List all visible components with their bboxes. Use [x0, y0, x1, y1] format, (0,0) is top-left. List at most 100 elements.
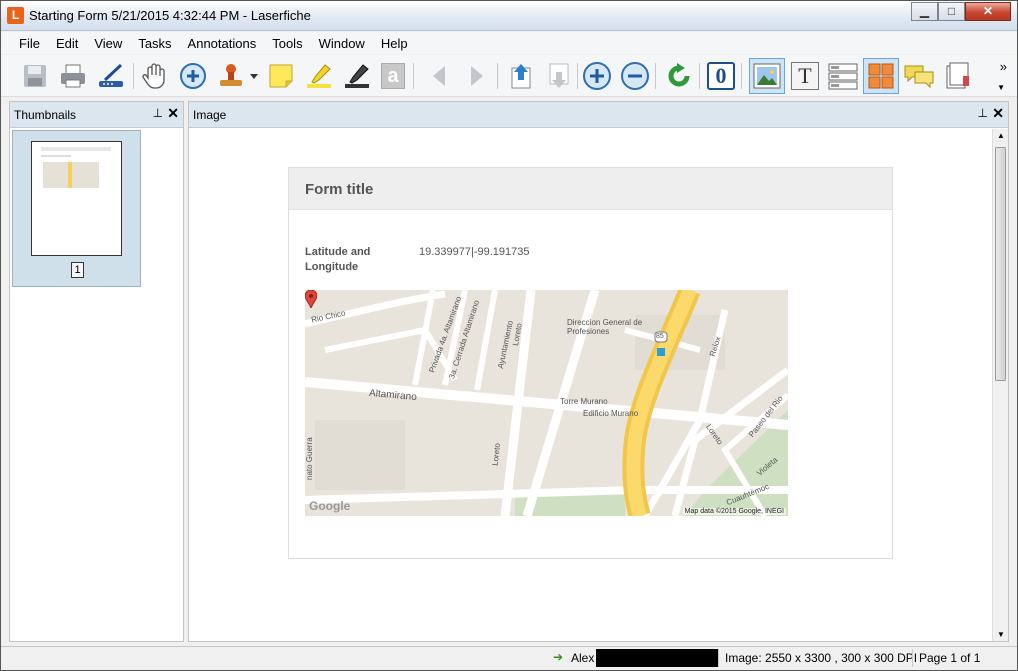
fields-view-button[interactable] — [827, 60, 859, 92]
page-thumbnail[interactable]: 1 — [12, 130, 141, 287]
window-title: Starting Form 5/21/2015 4:32:44 PM - Las… — [29, 8, 311, 23]
scrollbar-thumb[interactable] — [995, 147, 1006, 381]
thumbnails-pane-header: Thumbnails ⊥ ✕ — [10, 102, 183, 128]
map-roads — [305, 290, 788, 516]
scan-button[interactable] — [95, 60, 127, 92]
thumbnails-pane: Thumbnails ⊥ ✕ 1 — [9, 101, 184, 642]
pan-hand-icon — [142, 63, 165, 89]
next-document-button[interactable] — [543, 60, 575, 92]
minimize-button[interactable]: ▁ — [911, 2, 938, 21]
chevron-down-icon — [250, 74, 258, 79]
pan-button[interactable] — [139, 60, 171, 92]
document-viewer[interactable]: Form title Latitude and Longitude 19.339… — [189, 129, 993, 641]
maximize-button[interactable]: □ — [938, 2, 965, 21]
application-window: L Starting Form 5/21/2015 4:32:44 PM - L… — [0, 0, 1018, 671]
toolbar-options-dropdown[interactable]: ▼ — [997, 83, 1005, 92]
rotate-button[interactable] — [663, 60, 695, 92]
scan-icon — [99, 63, 123, 87]
ocr-button[interactable]: 0 — [705, 60, 737, 92]
menu-tasks[interactable]: Tasks — [130, 32, 179, 54]
text-annotation-button[interactable]: a — [377, 60, 409, 92]
toolbar-separator — [655, 63, 656, 89]
form-page: Form title Latitude and Longitude 19.339… — [288, 167, 893, 559]
menu-bar: File Edit View Tasks Annotations Tools W… — [1, 32, 1017, 54]
save-icon — [24, 65, 46, 87]
ocr-icon: 0 — [707, 62, 735, 90]
pin-icon[interactable]: ⊥ — [978, 106, 988, 120]
text-annotation-icon: a — [381, 63, 405, 89]
zoom-in-button[interactable] — [581, 60, 613, 92]
close-button[interactable]: ✕ — [965, 2, 1011, 21]
image-view-button[interactable] — [749, 58, 785, 94]
redacted-region — [596, 649, 718, 667]
page-info: Page 1 of 1 — [912, 649, 980, 667]
title-bar: L Starting Form 5/21/2015 4:32:44 PM - L… — [1, 1, 1017, 31]
rotate-icon — [668, 63, 690, 87]
menu-help[interactable]: Help — [373, 32, 416, 54]
laserfiche-app-icon[interactable]: L — [7, 7, 24, 24]
stamp-button[interactable] — [215, 60, 247, 92]
image-info: Image: 2550 x 3300 , 300 x 300 DPI — [718, 649, 917, 667]
close-image-pane-button[interactable]: ✕ — [992, 105, 1004, 122]
next-page-icon — [471, 66, 483, 86]
current-user: Alex — [571, 651, 595, 665]
zoom-out-button[interactable] — [619, 60, 651, 92]
thumbnails-view-button[interactable] — [863, 58, 899, 94]
highlighter-icon — [307, 64, 331, 88]
fields-view-icon — [828, 63, 858, 90]
user-status-icon: ➔ — [553, 650, 564, 664]
menu-tools[interactable]: Tools — [264, 32, 310, 54]
next-page-button[interactable] — [461, 60, 493, 92]
thumbnail-page-preview — [31, 141, 122, 256]
toolbar-separator — [741, 63, 742, 89]
toolbar-separator — [133, 63, 134, 89]
print-button[interactable] — [57, 60, 89, 92]
highlighter-button[interactable] — [303, 60, 335, 92]
map-route-shield-number: 85 — [656, 333, 664, 340]
latitude-longitude-label: Latitude and Longitude — [305, 246, 371, 273]
text-view-button[interactable]: T — [789, 60, 821, 92]
map-attribution: Map data ©2015 Google, INEGI — [682, 508, 786, 515]
sticky-note-icon — [269, 64, 293, 88]
previous-page-icon — [433, 66, 445, 86]
zoom-in-plus-icon — [583, 62, 611, 90]
map-label-edificio-murano: Edificio Murano — [583, 409, 639, 418]
menu-view[interactable]: View — [86, 32, 130, 54]
close-thumbnails-pane-button[interactable]: ✕ — [167, 105, 179, 122]
toolbar-separator — [497, 63, 498, 89]
thumbnails-view-icon — [868, 63, 894, 89]
scroll-down-arrow-icon[interactable]: ▼ — [997, 630, 1005, 639]
metadata-button[interactable] — [941, 60, 973, 92]
latitude-longitude-value: 19.339977|-99.191735 — [419, 246, 530, 258]
toolbar-separator — [577, 63, 578, 89]
thumbnail-page-number: 1 — [71, 262, 84, 278]
previous-document-button[interactable] — [505, 60, 537, 92]
stamp-icon — [220, 64, 242, 86]
previous-document-icon — [511, 64, 531, 89]
form-header: Form title — [289, 168, 892, 210]
toolbar-overflow-button[interactable]: » — [1000, 59, 1007, 74]
text-view-icon: T — [791, 62, 819, 90]
stamp-dropdown[interactable] — [247, 60, 261, 92]
menu-edit[interactable]: Edit — [48, 32, 86, 54]
menu-annotations[interactable]: Annotations — [180, 32, 265, 54]
zoom-in-icon — [180, 63, 206, 89]
marker-button[interactable] — [341, 60, 373, 92]
annotations-pane-button[interactable] — [903, 60, 935, 92]
image-pane: Image ⊥ ✕ Form title Latitude and Longit… — [188, 101, 1009, 642]
thumbnail-map-road — [68, 162, 72, 188]
menu-file[interactable]: File — [11, 32, 48, 54]
zoom-in-tool-button[interactable] — [177, 60, 209, 92]
scroll-up-arrow-icon[interactable]: ▲ — [997, 131, 1005, 140]
menu-window[interactable]: Window — [311, 32, 373, 54]
zoom-out-minus-icon — [621, 62, 649, 90]
save-button[interactable] — [19, 60, 51, 92]
image-vertical-scrollbar[interactable]: ▲ ▼ — [992, 129, 1008, 641]
sticky-note-button[interactable] — [265, 60, 297, 92]
status-bar: ➔ Alex Image: 2550 x 3300 , 300 x 300 DP… — [1, 646, 1017, 670]
main-toolbar: a 0 T » ▼ — [1, 55, 1017, 97]
previous-page-button[interactable] — [423, 60, 455, 92]
marker-icon — [345, 64, 369, 88]
location-map: Rio Chico Privada 4a. Altamirano 3a. Cer… — [305, 290, 788, 516]
pin-icon[interactable]: ⊥ — [153, 106, 163, 120]
